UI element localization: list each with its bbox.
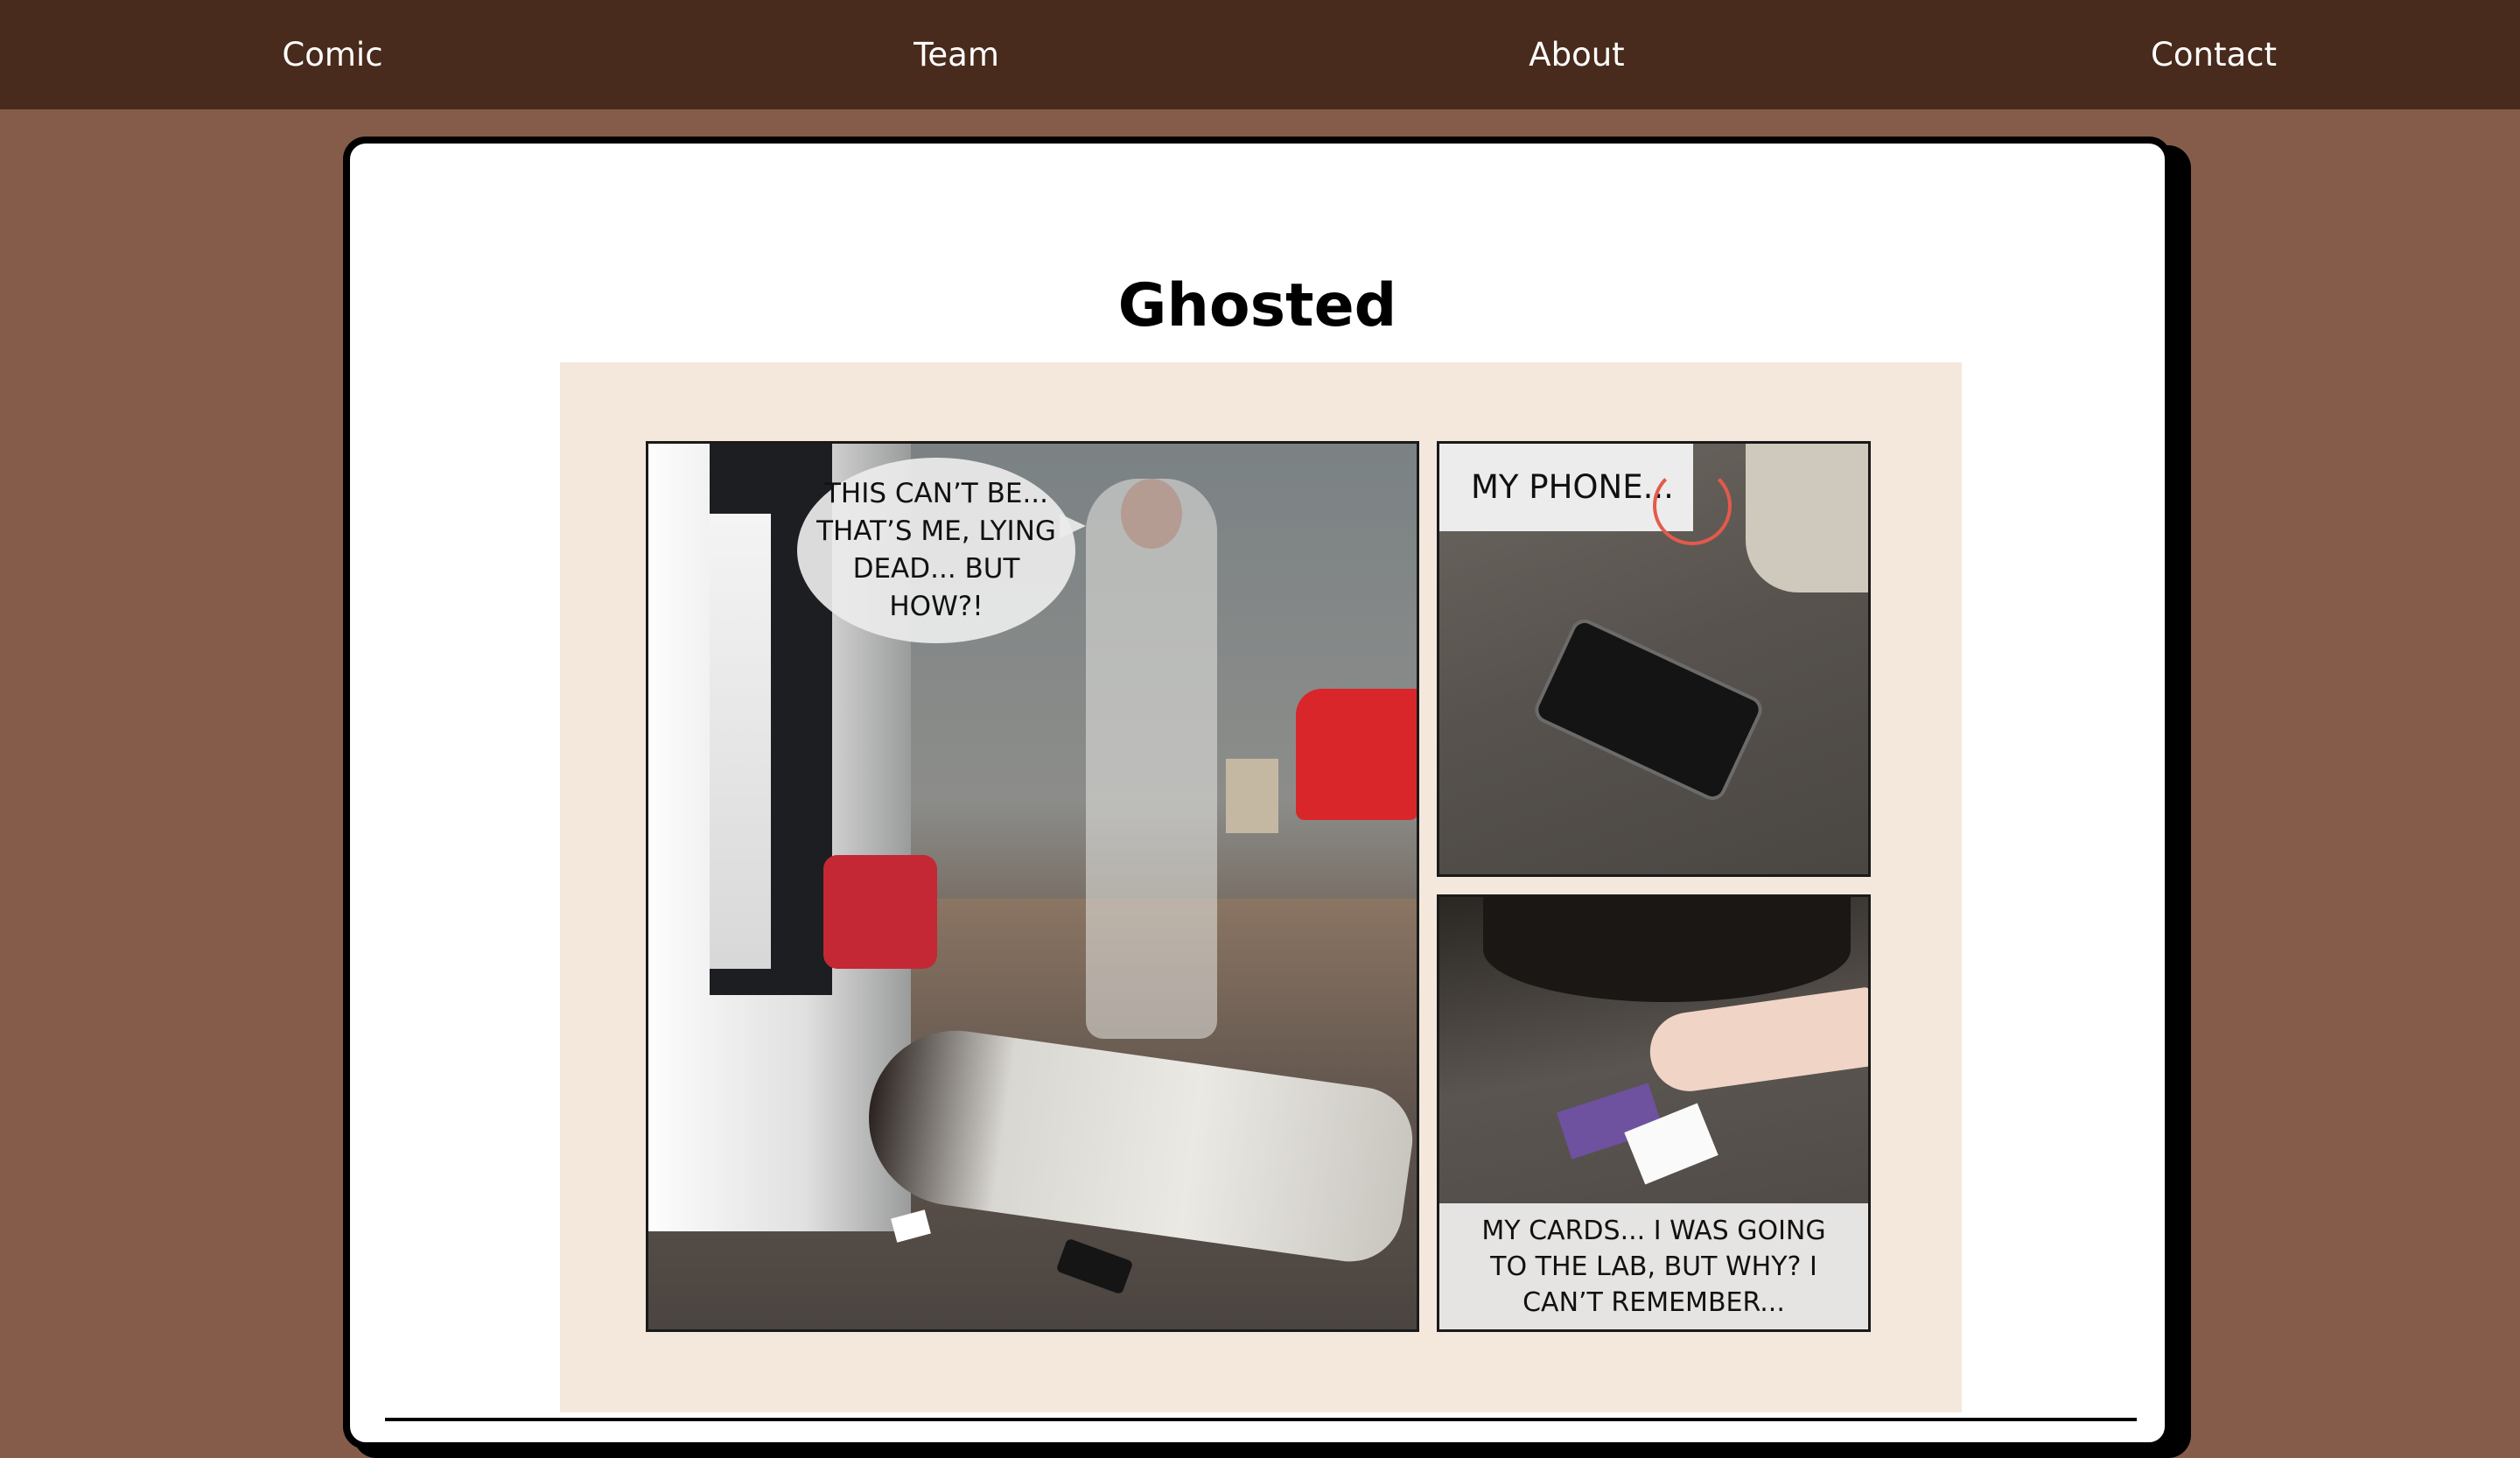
comic-panel-phone: MY PHONE... (1437, 441, 1871, 877)
hair-illustration (1483, 897, 1851, 1002)
comic-panel-main: THIS CAN’T BE... THAT’S ME, LYING DEAD..… (646, 441, 1419, 1332)
caption-cards: MY CARDS... I WAS GOING TO THE LAB, BUT … (1439, 1203, 1868, 1329)
section-divider (385, 1418, 2137, 1421)
comic-card: Ghosted THIS CAN’T BE... THAT’S ME, LYIN… (343, 137, 2172, 1449)
page-title: Ghosted (1117, 270, 1397, 340)
speech-bubble: THIS CAN’T BE... THAT’S ME, LYING DEAD..… (797, 458, 1075, 643)
comic-strip: THIS CAN’T BE... THAT’S ME, LYING DEAD..… (560, 362, 1962, 1412)
phone-illustration (1530, 614, 1767, 805)
red-chair-illustration (1296, 689, 1417, 820)
nav-item-team[interactable]: Team (825, 0, 1088, 109)
red-stool-illustration (823, 855, 937, 969)
fabric-illustration (1746, 444, 1868, 592)
arm-illustration (1645, 986, 1868, 1097)
ghost-figure-illustration (1086, 479, 1217, 1039)
loading-ring-icon (1653, 466, 1732, 545)
nav-item-comic[interactable]: Comic (201, 0, 464, 109)
comic-panel-cards: MY CARDS... I WAS GOING TO THE LAB, BUT … (1437, 894, 1871, 1332)
ghost-head-illustration (1121, 479, 1182, 549)
top-navigation: Comic Team About Contact (0, 0, 2520, 109)
nav-item-contact[interactable]: Contact (2082, 0, 2345, 109)
nav-item-about[interactable]: About (1446, 0, 1708, 109)
vending-glass-illustration (710, 514, 771, 969)
trash-bin-illustration (1226, 759, 1278, 833)
